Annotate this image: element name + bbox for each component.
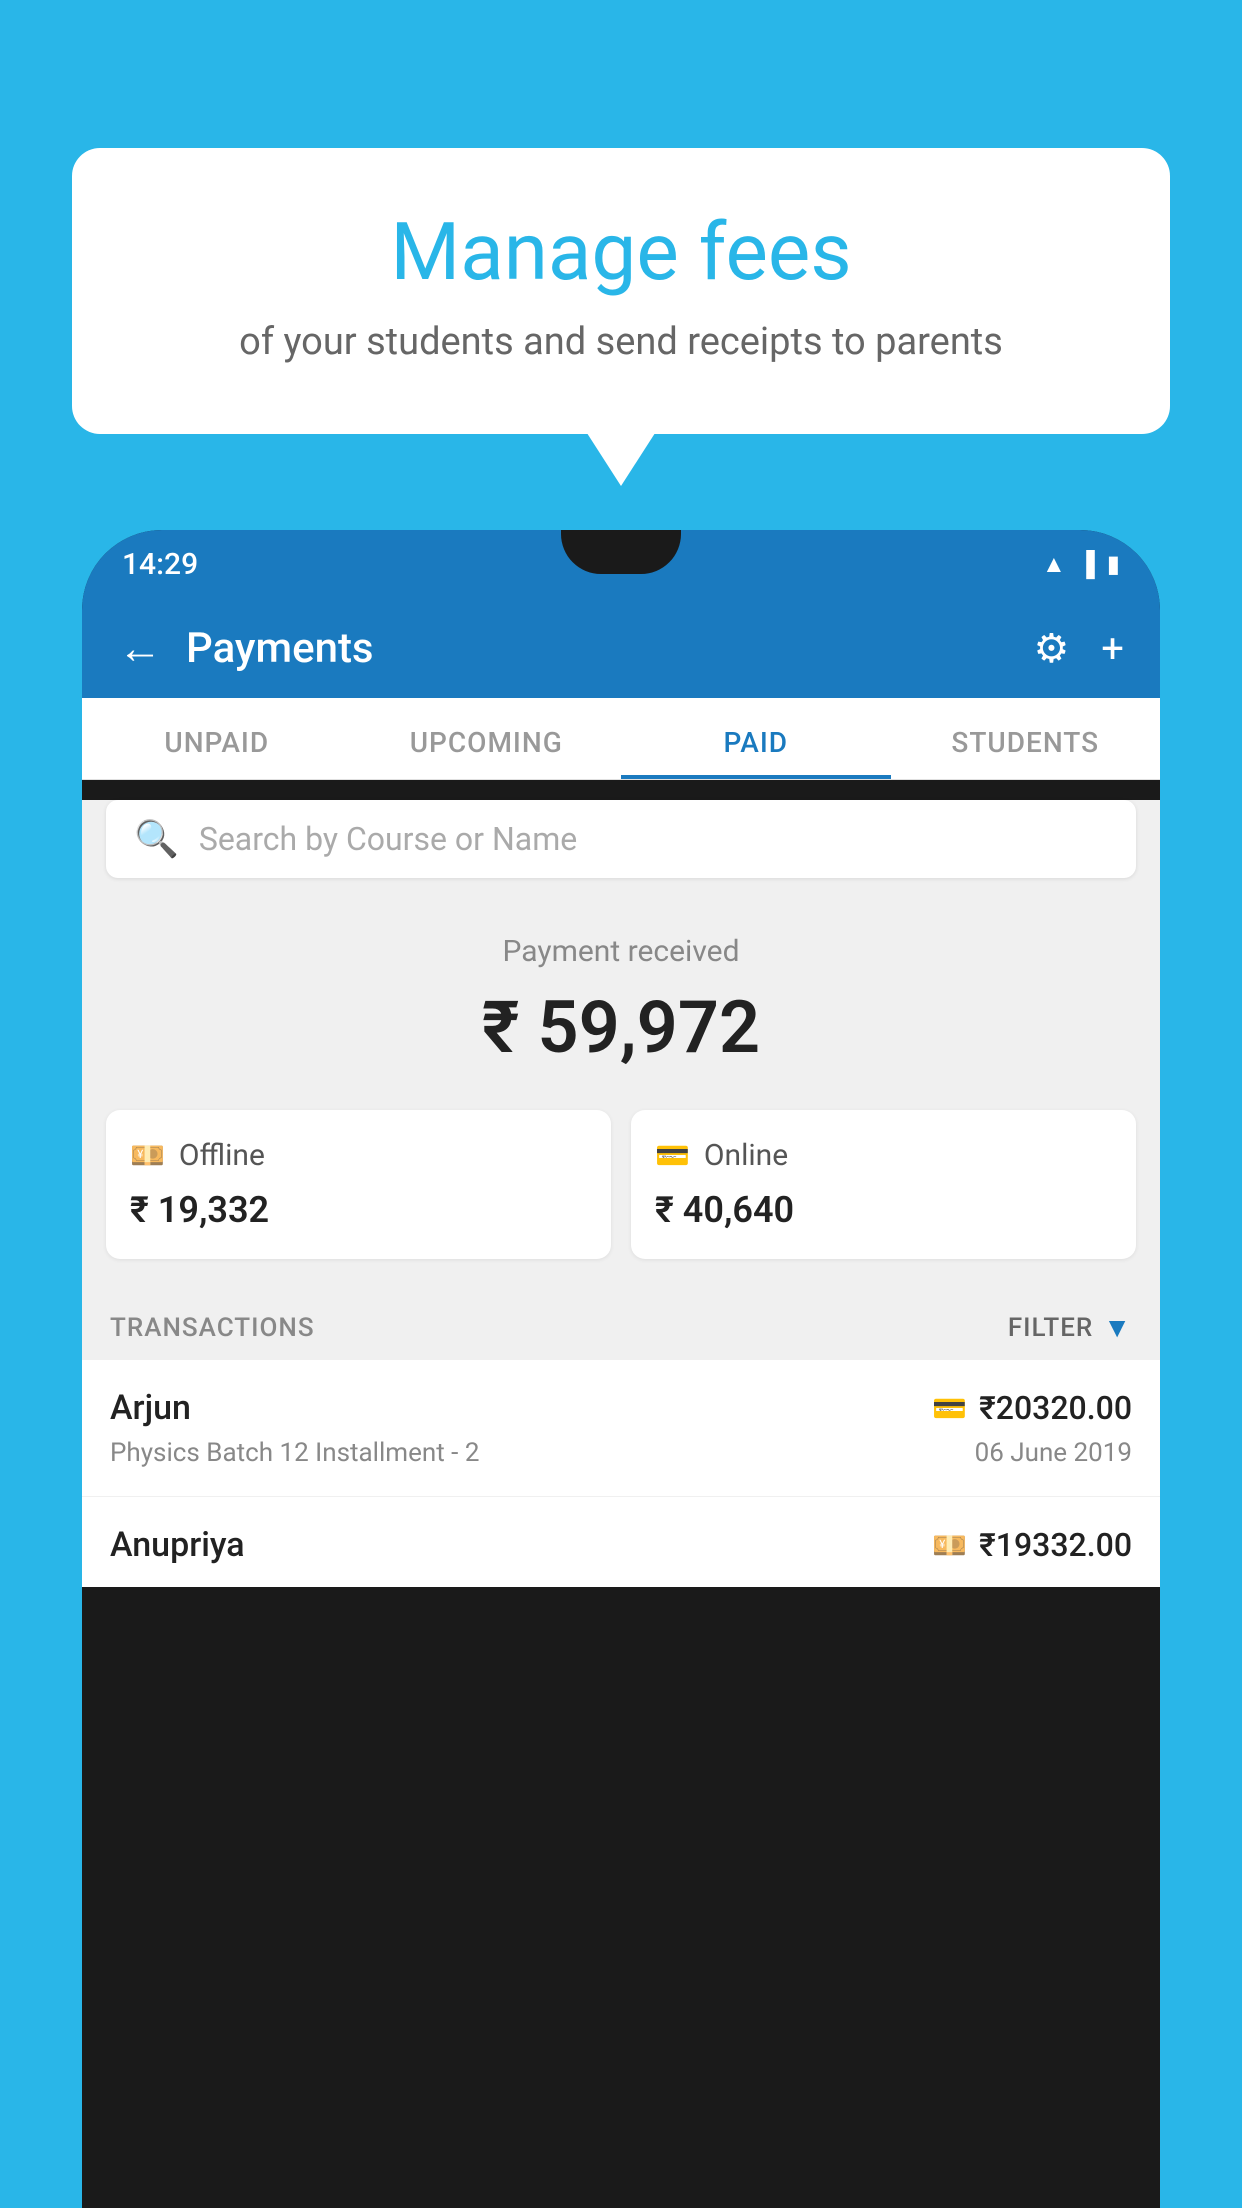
signal-icon: ▐ [1078, 550, 1095, 579]
battery-icon: ▮ [1107, 550, 1120, 578]
transaction-top: Anupriya 💴 ₹19332.00 [110, 1525, 1132, 1565]
header-title: Payments [186, 624, 1033, 673]
speech-bubble: Manage fees of your students and send re… [72, 148, 1170, 434]
transaction-amount-wrap: 💳 ₹20320.00 [932, 1389, 1132, 1427]
transaction-name: Anupriya [110, 1525, 245, 1565]
tab-unpaid[interactable]: UNPAID [82, 698, 352, 779]
transactions-header: TRANSACTIONS FILTER ▼ [82, 1287, 1160, 1360]
back-button[interactable]: ← [118, 622, 162, 674]
offline-label: Offline [179, 1138, 265, 1173]
payment-section: Payment received ₹ 59,972 [82, 898, 1160, 1090]
offline-amount: ₹ 19,332 [130, 1189, 587, 1231]
card-payment-icon: 💳 [932, 1392, 967, 1425]
online-card-header: 💳 Online [655, 1138, 1112, 1173]
speech-bubble-subtitle: of your students and send receipts to pa… [120, 320, 1122, 364]
transaction-top: Arjun 💳 ₹20320.00 [110, 1388, 1132, 1428]
speech-bubble-title: Manage fees [120, 208, 1122, 296]
header-actions: ⚙ + [1033, 625, 1124, 672]
wifi-icon: ▲ [1042, 550, 1066, 579]
offline-icon: 💴 [130, 1139, 165, 1172]
notch [561, 530, 681, 574]
online-label: Online [704, 1138, 788, 1173]
payment-received-amount: ₹ 59,972 [82, 985, 1160, 1070]
filter-icon: ▼ [1103, 1311, 1132, 1344]
add-icon[interactable]: + [1101, 625, 1124, 672]
online-card: 💳 Online ₹ 40,640 [631, 1110, 1136, 1259]
transaction-amount: ₹20320.00 [979, 1389, 1132, 1427]
filter-button[interactable]: FILTER ▼ [1008, 1311, 1132, 1344]
transaction-desc: Physics Batch 12 Installment - 2 [110, 1438, 479, 1468]
app-header: ← Payments ⚙ + [82, 598, 1160, 698]
status-time: 14:29 [122, 547, 198, 582]
phone-content: 🔍 Search by Course or Name Payment recei… [82, 800, 1160, 1587]
search-bar[interactable]: 🔍 Search by Course or Name [106, 800, 1136, 878]
filter-label: FILTER [1008, 1313, 1093, 1343]
offline-card-header: 💴 Offline [130, 1138, 587, 1173]
tab-students[interactable]: STUDENTS [891, 698, 1161, 779]
search-input[interactable]: Search by Course or Name [199, 820, 577, 858]
transaction-date: 06 June 2019 [975, 1438, 1132, 1468]
payment-cards: 💴 Offline ₹ 19,332 💳 Online ₹ 40,640 [82, 1090, 1160, 1287]
offline-card: 💴 Offline ₹ 19,332 [106, 1110, 611, 1259]
online-icon: 💳 [655, 1139, 690, 1172]
status-bar: 14:29 ▲ ▐ ▮ [82, 530, 1160, 598]
transaction-bottom: Physics Batch 12 Installment - 2 06 June… [110, 1438, 1132, 1468]
payment-received-label: Payment received [82, 934, 1160, 969]
transaction-name: Arjun [110, 1388, 191, 1428]
transactions-label: TRANSACTIONS [110, 1313, 1008, 1343]
table-row[interactable]: Anupriya 💴 ₹19332.00 [82, 1497, 1160, 1587]
cash-payment-icon: 💴 [932, 1529, 967, 1562]
phone-frame: 14:29 ▲ ▐ ▮ ← Payments ⚙ + UNPAID UPCOMI… [82, 530, 1160, 2208]
transaction-amount: ₹19332.00 [979, 1526, 1132, 1564]
tab-paid[interactable]: PAID [621, 698, 891, 779]
status-icons: ▲ ▐ ▮ [1042, 550, 1120, 579]
settings-icon[interactable]: ⚙ [1033, 625, 1069, 672]
search-icon: 🔍 [134, 818, 179, 860]
transaction-amount-wrap: 💴 ₹19332.00 [932, 1526, 1132, 1564]
online-amount: ₹ 40,640 [655, 1189, 1112, 1231]
transaction-list: Arjun 💳 ₹20320.00 Physics Batch 12 Insta… [82, 1360, 1160, 1587]
tab-upcoming[interactable]: UPCOMING [352, 698, 622, 779]
table-row[interactable]: Arjun 💳 ₹20320.00 Physics Batch 12 Insta… [82, 1360, 1160, 1497]
tabs-bar: UNPAID UPCOMING PAID STUDENTS [82, 698, 1160, 780]
